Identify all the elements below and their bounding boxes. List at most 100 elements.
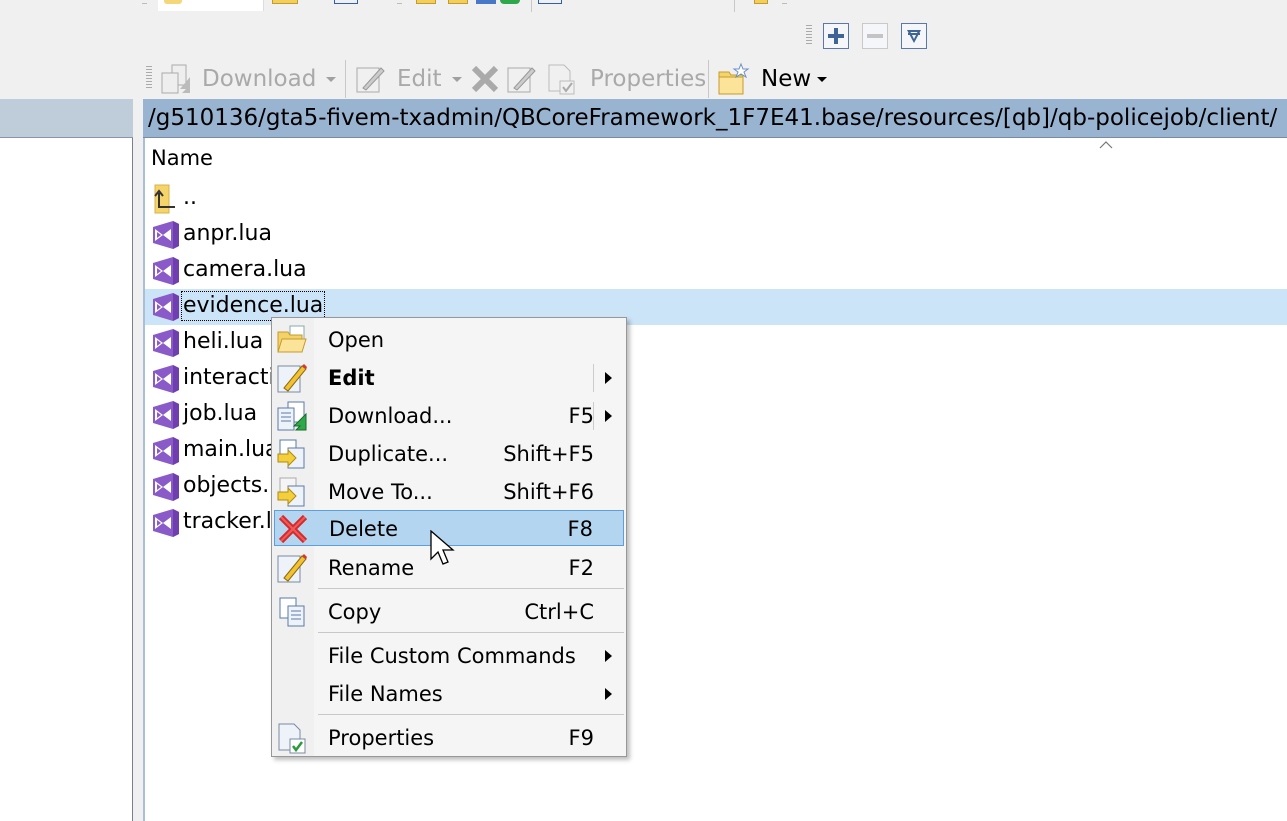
menu-item-shortcut: F9	[568, 726, 594, 750]
parent-dir-button[interactable]	[272, 0, 298, 4]
local-path-bar[interactable]	[0, 99, 133, 138]
delete-toolbar-button[interactable]	[470, 62, 500, 96]
menu-item-shortcut: Shift+F6	[503, 480, 594, 504]
toolbar-grip[interactable]	[146, 66, 152, 90]
menu-item-label: File Names	[328, 682, 443, 706]
toolbar-grip[interactable]	[142, 3, 147, 4]
submenu-arrow-icon[interactable]	[605, 688, 612, 700]
chevron-down-icon[interactable]	[326, 76, 337, 82]
file-row[interactable]: ..	[145, 181, 1287, 217]
edit-toolbar-button[interactable]: Edit	[355, 62, 462, 96]
mouse-cursor-icon	[430, 530, 455, 565]
rename-toolbar-button[interactable]	[506, 62, 536, 96]
menu-item-download[interactable]: Download... F5	[274, 398, 624, 434]
minus-icon	[867, 34, 883, 38]
root-dir-button[interactable]	[334, 0, 358, 4]
new-toolbar-button[interactable]: New	[717, 62, 828, 96]
column-header-name[interactable]: Name	[151, 146, 213, 170]
menu-item-properties[interactable]: Properties F9	[274, 720, 624, 756]
menu-item-label: Move To...	[328, 480, 433, 504]
menu-item-label: Copy	[328, 600, 382, 624]
separator	[734, 0, 735, 12]
file-name: job.lua	[183, 401, 258, 426]
properties-icon	[276, 722, 308, 754]
properties-label: Properties	[590, 66, 707, 92]
menu-separator	[318, 632, 624, 633]
edit-pencil-icon	[356, 67, 385, 93]
menu-item-shortcut: F8	[567, 517, 593, 541]
remote-path-bar[interactable]: /g510136/gta5-fivem-txadmin/QBCoreFramew…	[143, 99, 1287, 138]
parent-directory-icon	[149, 183, 181, 215]
file-row[interactable]: camera.lua	[145, 253, 1287, 289]
menu-item-move-to[interactable]: Move To... Shift+F6	[274, 474, 624, 510]
chevron-down-icon[interactable]	[817, 76, 828, 82]
menu-item-shortcut: F5	[568, 404, 594, 428]
menu-item-duplicate[interactable]: Duplicate... Shift+F5	[274, 436, 624, 472]
drive-selector[interactable]	[158, 0, 264, 11]
menu-item-edit[interactable]: Edit	[274, 360, 624, 396]
menu-item-label: Delete	[329, 517, 398, 541]
separator	[708, 60, 709, 98]
download-toolbar-button[interactable]: Download	[160, 62, 337, 96]
lua-file-icon	[149, 327, 181, 359]
submenu-arrow-icon[interactable]	[605, 650, 612, 662]
menu-item-label: Properties	[328, 726, 435, 750]
new-folder-small-button[interactable]	[754, 0, 768, 4]
split-separator	[593, 402, 594, 430]
lua-file-icon	[149, 435, 181, 467]
top-toolbar	[140, 0, 820, 12]
menu-item-shortcut: Shift+F5	[503, 442, 594, 466]
submenu-arrow-icon[interactable]	[605, 372, 612, 384]
file-name: heli.lua	[183, 329, 264, 354]
filter-icon	[907, 30, 921, 43]
menu-item-label: Edit	[328, 366, 375, 390]
bookmark-button[interactable]	[448, 0, 468, 4]
delete-x-icon	[471, 65, 499, 93]
toolbar-grip	[397, 3, 402, 4]
lua-file-icon	[149, 471, 181, 503]
edit-label: Edit	[397, 66, 442, 92]
lua-file-icon	[149, 363, 181, 395]
panel-splitter[interactable]	[133, 99, 143, 821]
separator	[531, 0, 532, 12]
sync-button[interactable]	[476, 0, 496, 4]
filter-button[interactable]	[901, 23, 927, 49]
local-file-panel[interactable]	[0, 138, 133, 821]
new-label: New	[761, 66, 812, 92]
file-name: main.lua	[183, 437, 279, 462]
properties-icon	[548, 64, 575, 95]
lua-file-icon	[149, 507, 181, 539]
menu-item-label: File Custom Commands	[328, 644, 576, 668]
file-name: anpr.lua	[183, 221, 272, 246]
menu-item-shortcut: Ctrl+C	[524, 600, 594, 624]
menu-item-file-custom-commands[interactable]: File Custom Commands	[274, 638, 624, 674]
collapse-button[interactable]	[862, 23, 888, 49]
submenu-arrow-icon[interactable]	[605, 410, 612, 422]
menu-item-label: Download...	[328, 404, 453, 428]
refresh-button[interactable]	[500, 0, 520, 4]
toolbar-grip[interactable]	[806, 25, 812, 45]
expand-button[interactable]	[823, 23, 849, 49]
copy-icon	[276, 596, 308, 628]
winscp-window: Download Edit Properties New /g510136/gt…	[0, 0, 1287, 821]
menu-separator	[318, 588, 624, 589]
lua-file-icon	[149, 399, 181, 431]
menu-item-open[interactable]: Open	[274, 322, 624, 358]
open-folder-icon	[276, 324, 308, 356]
download-icon	[276, 400, 308, 432]
file-name: evidence.lua	[180, 291, 326, 321]
menu-item-copy[interactable]: Copy Ctrl+C	[274, 594, 624, 630]
find-files-button[interactable]	[538, 0, 562, 4]
download-icon	[161, 64, 190, 94]
download-label: Download	[202, 66, 317, 92]
rename-icon	[507, 67, 536, 93]
lua-file-icon	[149, 219, 181, 251]
rename-icon	[276, 552, 308, 584]
properties-toolbar-button[interactable]: Properties	[546, 62, 706, 96]
menu-item-file-names[interactable]: File Names	[274, 676, 624, 712]
chevron-down-icon[interactable]	[451, 76, 462, 82]
home-dir-button[interactable]	[416, 0, 436, 4]
lua-file-icon	[149, 255, 181, 287]
edit-pencil-icon	[276, 362, 308, 394]
file-row[interactable]: anpr.lua	[145, 217, 1287, 253]
